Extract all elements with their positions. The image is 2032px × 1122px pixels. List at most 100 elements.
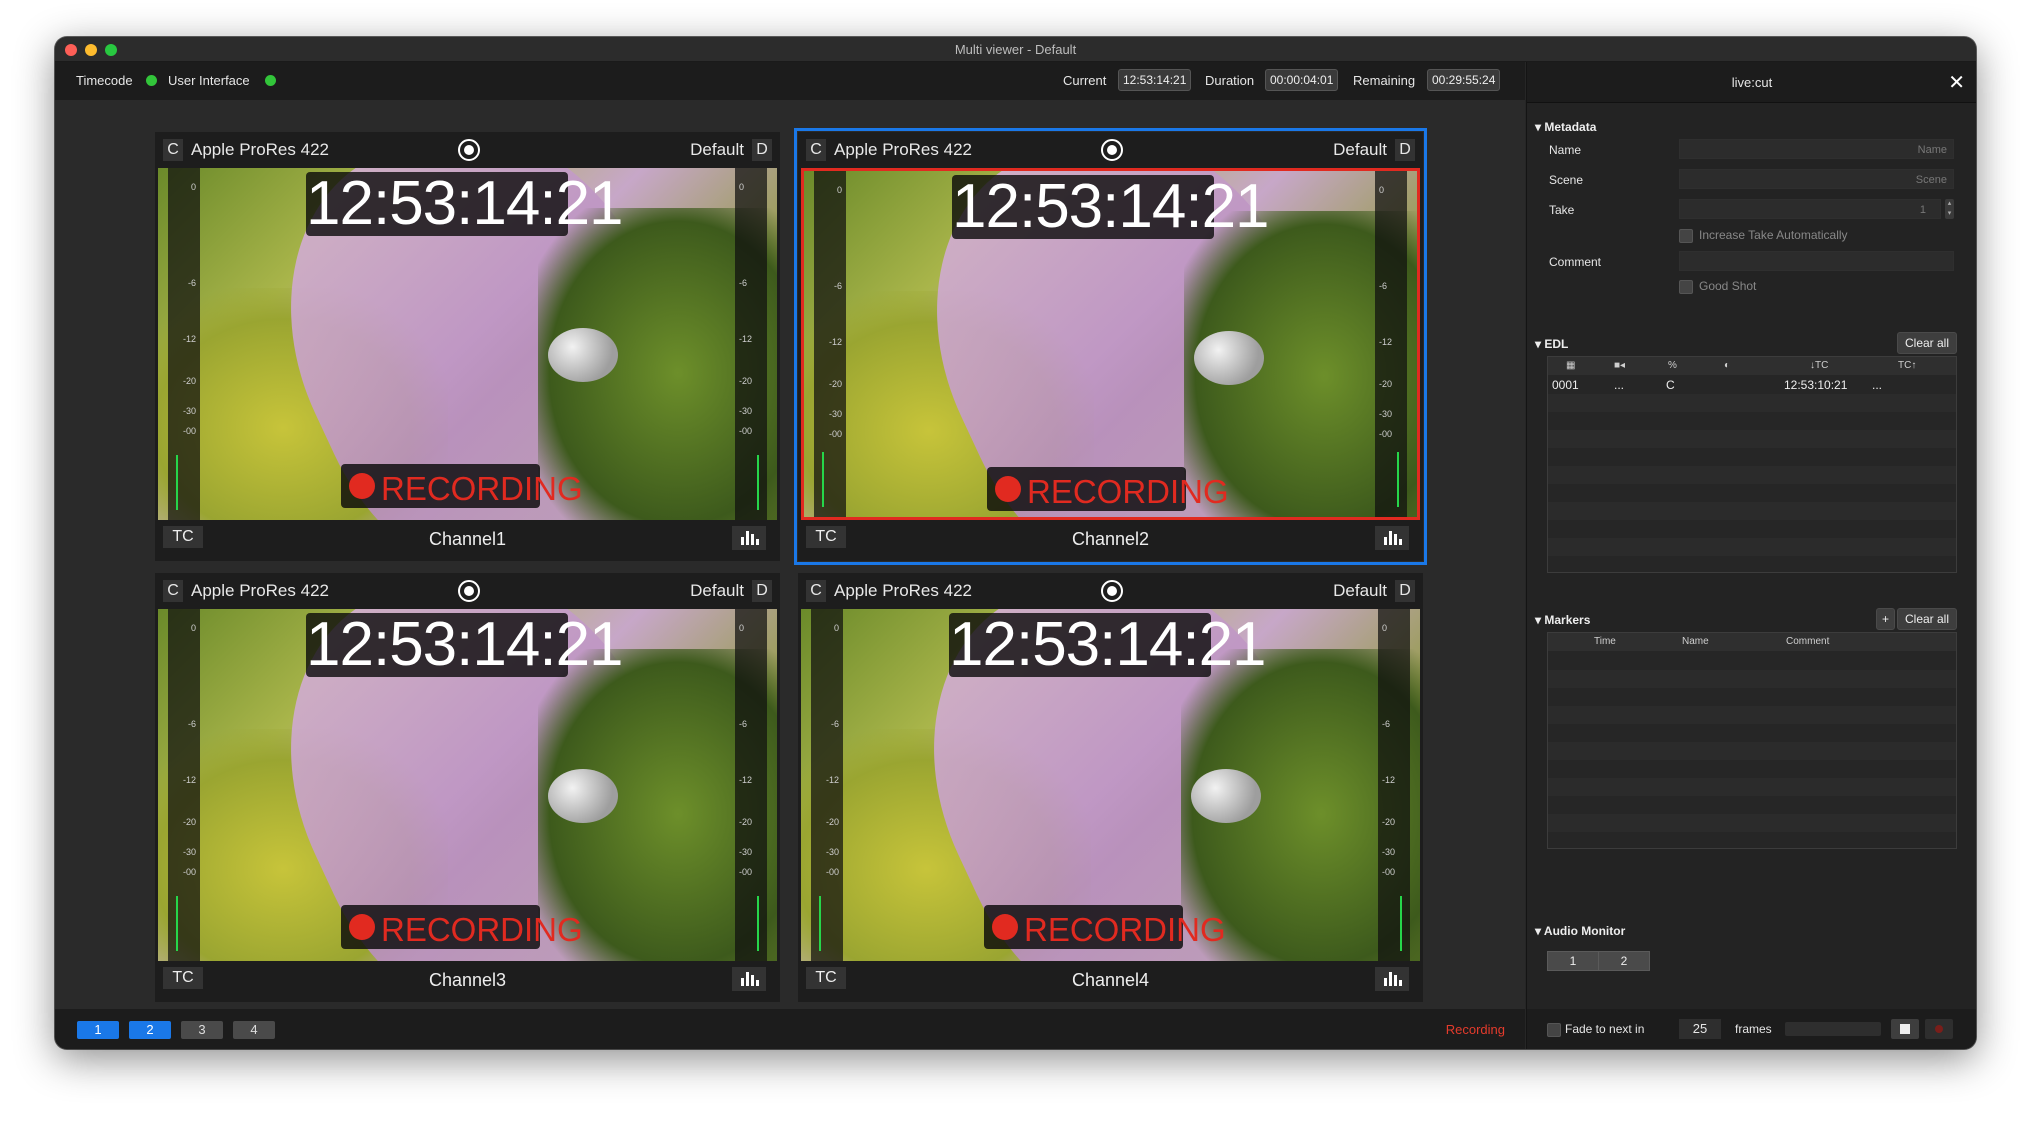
preset-toggle-button[interactable]: D — [1395, 139, 1415, 161]
markers-header-name[interactable]: Name — [1682, 636, 1709, 647]
markers-clear-all-button[interactable]: Clear all — [1896, 608, 1957, 630]
edl-header-tc-in[interactable]: ↓TC — [1810, 360, 1828, 371]
record-button[interactable] — [1925, 1019, 1953, 1039]
good-shot-checkbox[interactable] — [1679, 280, 1693, 294]
meter-tick: -30 — [182, 847, 196, 857]
metadata-section-label: Metadata — [1544, 120, 1597, 134]
recording-dot-icon — [992, 914, 1018, 940]
audio-meter-toggle-icon[interactable] — [732, 526, 766, 550]
record-indicator-icon[interactable] — [1101, 139, 1123, 161]
audio-channel-1-button[interactable]: 1 — [1547, 951, 1599, 971]
audio-meter-left: 0 -6 -12 -20 -30 -00 — [811, 609, 843, 961]
preset-toggle-button[interactable]: D — [752, 580, 772, 602]
status-toolbar: Timecode User Interface Current 12:53:14… — [55, 62, 1525, 100]
video-scene-rock — [548, 328, 618, 382]
meter-tick: -20 — [182, 817, 196, 827]
preset-toggle-button[interactable]: D — [1395, 580, 1415, 602]
video-preview[interactable]: 0 -6 -12 -20 -30 -00 0 -6 -12 -20 -30 -00 12:53:14… — [158, 168, 777, 520]
video-scene-rock — [1191, 769, 1261, 823]
codec-toggle-button[interactable]: C — [806, 139, 826, 161]
meter-tick: 0 — [739, 623, 745, 633]
page-button-2[interactable]: 2 — [129, 1021, 171, 1039]
frames-input[interactable]: 25 — [1679, 1019, 1721, 1039]
channel-header: C Apple ProRes 422 Default D — [798, 573, 1423, 609]
page-button-3[interactable]: 3 — [181, 1021, 223, 1039]
timecode-status-dot — [146, 75, 157, 86]
meter-tick: -20 — [1382, 817, 1396, 827]
live-cut-panel: live:cut ✕ ▾ Metadata Name Name Scene Sc… — [1526, 62, 1976, 1049]
meter-tick: -00 — [739, 426, 753, 436]
increase-take-checkbox[interactable] — [1679, 229, 1693, 243]
edl-clear-all-button[interactable]: Clear all — [1896, 332, 1957, 354]
preset-toggle-button[interactable]: D — [752, 139, 772, 161]
take-label: Take — [1549, 203, 1575, 217]
meter-tick: -20 — [182, 376, 196, 386]
video-preview[interactable]: 0 -6 -12 -20 -30 -00 0 -6 -12 -20 -30 -00 12:53:14… — [158, 609, 777, 961]
channel-tile[interactable]: C Apple ProRes 422 Default D 0 -6 -12 -20 -3… — [155, 573, 780, 1002]
edl-row-transition: C — [1666, 378, 1675, 392]
channel-tile[interactable]: C Apple ProRes 422 Default D 0 -6 -12 -20 -3… — [794, 128, 1427, 565]
markers-header-comment[interactable]: Comment — [1786, 636, 1829, 647]
add-marker-button[interactable]: + — [1875, 608, 1895, 630]
preset-label: Default — [1333, 140, 1387, 159]
stop-button[interactable] — [1891, 1019, 1919, 1039]
name-field[interactable]: Name — [1679, 139, 1954, 159]
record-indicator-icon[interactable] — [1101, 580, 1123, 602]
audio-meter-left: 0 -6 -12 -20 -30 -00 — [168, 168, 200, 520]
audio-meter-toggle-icon[interactable] — [1375, 967, 1409, 991]
meter-tick: -30 — [825, 847, 839, 857]
meter-level — [757, 455, 759, 510]
codec-label: Apple ProRes 422 — [834, 581, 972, 600]
meter-tick: -6 — [1382, 719, 1391, 729]
record-indicator-icon[interactable] — [458, 139, 480, 161]
meter-bar-glyph — [746, 531, 749, 545]
recording-text: RECORDING — [381, 911, 583, 948]
camera-icon[interactable]: ■◂ — [1614, 360, 1625, 371]
close-icon[interactable]: ✕ — [1948, 70, 1965, 95]
codec-toggle-button[interactable]: C — [163, 139, 183, 161]
audio-channel-2-button[interactable]: 2 — [1598, 951, 1650, 971]
meter-tick: -00 — [182, 426, 196, 436]
comment-field[interactable] — [1679, 251, 1954, 271]
fade-label: Fade to next in — [1565, 1022, 1645, 1036]
video-preview[interactable]: 0 -6 -12 -20 -30 -00 0 -6 -12 -20 -30 -00 12:53:14… — [801, 168, 1420, 520]
channel-tile[interactable]: C Apple ProRes 422 Default D 0 -6 -12 -20 -3… — [155, 132, 780, 561]
edl-section-header[interactable]: ▾ EDL — [1535, 337, 1568, 351]
edl-row[interactable]: 0001 ... C 12:53:10:21 ... — [1548, 376, 1956, 394]
page-button-1[interactable]: 1 — [77, 1021, 119, 1039]
take-stepper[interactable]: ▴ ▾ — [1945, 199, 1954, 219]
meter-level — [822, 452, 824, 507]
fade-slider[interactable] — [1785, 1022, 1881, 1036]
audio-meter-toggle-icon[interactable] — [732, 967, 766, 991]
timecode-overlay: 12:53:14:21 — [952, 172, 1270, 241]
take-field[interactable]: 1 — [1679, 199, 1941, 219]
codec-label: Apple ProRes 422 — [191, 140, 329, 159]
recording-text: RECORDING — [1027, 473, 1229, 510]
codec-toggle-button[interactable]: C — [806, 580, 826, 602]
record-indicator-icon[interactable] — [458, 580, 480, 602]
recording-dot-icon — [995, 476, 1021, 502]
meter-tick: -00 — [1379, 429, 1393, 439]
edl-header-transition[interactable]: % — [1668, 360, 1677, 371]
codec-toggle-button[interactable]: C — [163, 580, 183, 602]
markers-header-time[interactable]: Time — [1594, 636, 1616, 647]
scene-field[interactable]: Scene — [1679, 169, 1954, 189]
video-preview[interactable]: 0 -6 -12 -20 -30 -00 0 -6 -12 -20 -30 -00 12:53:14… — [801, 609, 1420, 961]
recording-text: RECORDING — [1024, 911, 1226, 948]
calendar-icon[interactable]: ▦ — [1566, 360, 1575, 371]
recording-badge: RECORDING — [341, 905, 583, 949]
recording-badge: RECORDING — [984, 905, 1226, 949]
fade-checkbox[interactable] — [1547, 1023, 1561, 1037]
duration-label: Duration — [1205, 73, 1255, 88]
audio-meter-toggle-icon[interactable] — [1375, 526, 1409, 550]
meter-bar-glyph — [756, 980, 759, 986]
speed-icon[interactable]: ◐ — [1724, 360, 1730, 371]
channel-name: Channel4 — [1071, 970, 1150, 990]
markers-section-header[interactable]: ▾ Markers — [1535, 613, 1590, 627]
metadata-section-header[interactable]: ▾ Metadata — [1535, 120, 1596, 134]
video-scene-rock — [548, 769, 618, 823]
page-button-4[interactable]: 4 — [233, 1021, 275, 1039]
audio-monitor-section-header[interactable]: ▾ Audio Monitor — [1535, 924, 1625, 938]
edl-header-tc-out[interactable]: TC↑ — [1898, 360, 1916, 371]
channel-tile[interactable]: C Apple ProRes 422 Default D 0 -6 -12 -20 -3… — [798, 573, 1423, 1002]
